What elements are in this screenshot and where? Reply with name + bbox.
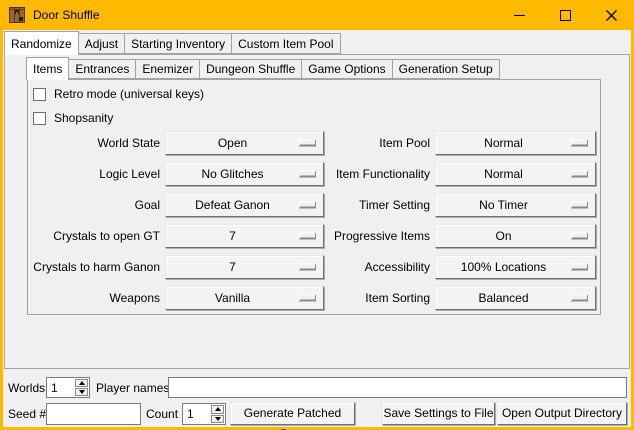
dropdown-indicator-icon — [571, 202, 588, 209]
tab-items[interactable]: Items — [26, 57, 69, 80]
tab-starting-inventory[interactable]: Starting Inventory — [124, 33, 232, 54]
timer-setting-dropdown[interactable]: No Timer — [435, 193, 596, 217]
dropdown-value: Vanilla — [166, 287, 299, 309]
item-pool-label: Item Pool — [296, 131, 430, 155]
arrow-down-icon — [79, 390, 85, 394]
shopsanity-checkbox-row: Shopsanity — [33, 111, 113, 125]
spinner-down-button[interactable] — [75, 388, 88, 396]
progressive-items-label: Progressive Items — [296, 224, 430, 248]
dropdown-value: On — [436, 225, 571, 247]
spinner-up-button[interactable] — [211, 405, 224, 414]
dropdown-value: No Timer — [436, 194, 571, 216]
dropdown-value: 7 — [166, 225, 299, 247]
dropdown-value: Balanced — [436, 287, 571, 309]
accessibility-label: Accessibility — [296, 255, 430, 279]
dropdown-value: Open — [166, 132, 299, 154]
minimize-icon — [514, 15, 525, 16]
worlds-spinner[interactable]: 1 — [46, 377, 90, 398]
count-spinner[interactable]: 1 — [182, 403, 226, 425]
worlds-label: Worlds — [8, 381, 45, 395]
item-sorting-dropdown[interactable]: Balanced — [435, 286, 596, 310]
shopsanity-label: Shopsanity — [54, 111, 113, 125]
worlds-spinner-buttons — [75, 379, 88, 396]
seed-input[interactable] — [46, 403, 141, 425]
dropdown-value: 100% Locations — [436, 256, 571, 278]
dropdown-value: No Glitches — [166, 163, 299, 185]
player-names-label: Player names — [96, 381, 169, 395]
dropdown-value: Normal — [436, 163, 571, 185]
arrow-down-icon — [215, 417, 221, 421]
progressive-items-dropdown[interactable]: On — [435, 224, 596, 248]
sub-tab-bar: Items Entrances Enemizer Dungeon Shuffle… — [27, 57, 500, 80]
dropdown-value: Defeat Ganon — [166, 194, 299, 216]
maximize-icon — [560, 10, 571, 21]
worlds-value: 1 — [51, 381, 58, 395]
world-state-label: World State — [26, 131, 160, 155]
dropdown-indicator-icon — [571, 295, 588, 302]
tab-randomize[interactable]: Randomize — [4, 31, 79, 55]
window-title: Door Shuffle — [33, 8, 100, 22]
dropdown-indicator-icon — [571, 140, 588, 147]
count-spinner-buttons — [211, 405, 224, 423]
crystals-harm-ganon-label: Crystals to harm Ganon — [26, 255, 160, 279]
spinner-down-button[interactable] — [211, 415, 224, 424]
generate-patched-rom-button[interactable]: Generate Patched Rom — [230, 402, 355, 425]
main-tab-bar: Randomize Adjust Starting Inventory Cust… — [5, 31, 341, 55]
spinner-up-button[interactable] — [75, 379, 88, 387]
logic-level-label: Logic Level — [26, 162, 160, 186]
dropdown-value: 7 — [166, 256, 299, 278]
player-names-input[interactable] — [168, 377, 627, 398]
open-output-directory-button[interactable]: Open Output Directory — [497, 402, 627, 425]
titlebar[interactable]: Door Shuffle — [0, 0, 634, 30]
count-value: 1 — [187, 407, 194, 421]
item-sorting-label: Item Sorting — [296, 286, 430, 310]
caption-buttons — [496, 0, 634, 30]
dropdown-value: Normal — [436, 132, 571, 154]
item-pool-dropdown[interactable]: Normal — [435, 131, 596, 155]
tab-entrances[interactable]: Entrances — [68, 59, 136, 79]
tab-adjust[interactable]: Adjust — [78, 33, 125, 54]
tab-game-options[interactable]: Game Options — [301, 59, 392, 79]
weapons-label: Weapons — [26, 286, 160, 310]
minimize-button[interactable] — [496, 0, 542, 30]
goal-label: Goal — [26, 193, 160, 217]
count-label: Count — [146, 407, 178, 421]
tab-generation-setup[interactable]: Generation Setup — [392, 59, 500, 79]
dropdown-indicator-icon — [571, 264, 588, 271]
retro-mode-checkbox[interactable] — [33, 88, 46, 101]
close-icon — [606, 10, 617, 21]
retro-mode-checkbox-row: Retro mode (universal keys) — [33, 87, 204, 101]
item-functionality-label: Item Functionality — [296, 162, 430, 186]
arrow-up-icon — [79, 381, 85, 385]
item-functionality-dropdown[interactable]: Normal — [435, 162, 596, 186]
tab-enemizer[interactable]: Enemizer — [135, 59, 200, 79]
close-button[interactable] — [588, 0, 634, 30]
tab-dungeon-shuffle[interactable]: Dungeon Shuffle — [199, 59, 302, 79]
tab-custom-item-pool[interactable]: Custom Item Pool — [231, 33, 340, 54]
timer-setting-label: Timer Setting — [296, 193, 430, 217]
dropdown-indicator-icon — [571, 233, 588, 240]
seed-label: Seed # — [8, 407, 46, 421]
app-window: Door Shuffle Randomize Adjust Starting I… — [0, 0, 634, 430]
save-settings-button[interactable]: Save Settings to File — [382, 402, 495, 425]
shopsanity-checkbox[interactable] — [33, 112, 46, 125]
dropdown-indicator-icon — [571, 171, 588, 178]
app-icon — [9, 7, 25, 23]
accessibility-dropdown[interactable]: 100% Locations — [435, 255, 596, 279]
arrow-up-icon — [215, 407, 221, 411]
crystals-open-gt-label: Crystals to open GT — [26, 224, 160, 248]
retro-mode-label: Retro mode (universal keys) — [54, 87, 204, 101]
maximize-button[interactable] — [542, 0, 588, 30]
